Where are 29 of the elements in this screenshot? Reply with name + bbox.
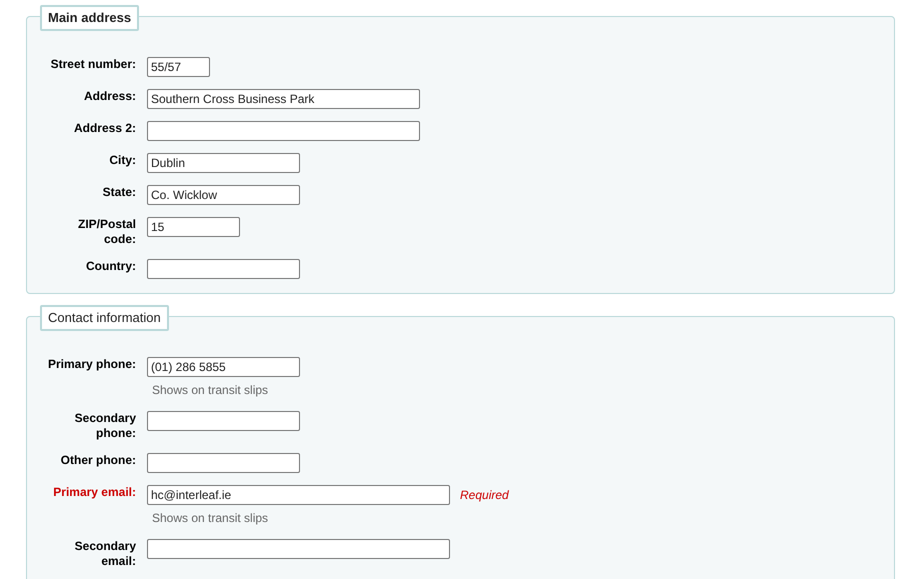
text-field[interactable]: Dublin xyxy=(147,153,300,173)
text-field[interactable]: Southern Cross Business Park xyxy=(147,89,420,109)
field-label: Primary email: xyxy=(52,485,136,500)
field-label: Other phone: xyxy=(60,453,136,468)
text-field[interactable]: 55/57 xyxy=(147,57,210,77)
field-label: Secondary phone: xyxy=(74,411,136,441)
field-label: ZIP/Postal code: xyxy=(76,217,136,247)
required-note: Required xyxy=(460,487,509,504)
text-field[interactable]: Co. Wicklow xyxy=(147,185,300,205)
field-label: Address: xyxy=(82,89,136,104)
field-label: Country: xyxy=(85,259,136,274)
field-label: Primary phone: xyxy=(46,357,136,372)
text-field[interactable] xyxy=(147,259,300,279)
field-label: State: xyxy=(102,185,136,200)
text-field[interactable] xyxy=(147,411,300,431)
text-field[interactable] xyxy=(147,539,450,559)
field-hint: Shows on transit slips xyxy=(152,510,270,527)
field-hint: Shows on transit slips xyxy=(152,382,270,399)
text-field[interactable] xyxy=(147,453,300,473)
section-legend: Contact information xyxy=(40,305,169,330)
field-label: Address 2: xyxy=(72,121,136,136)
text-field[interactable]: 15 xyxy=(147,217,240,237)
section-legend: Main address xyxy=(40,5,140,30)
text-field[interactable]: (01) 286 5855 xyxy=(147,357,300,377)
field-label: Street number: xyxy=(50,57,136,72)
text-field[interactable]: hc@interleaf.ie xyxy=(147,485,450,505)
text-field[interactable] xyxy=(147,121,420,141)
field-label: Secondary email: xyxy=(74,539,136,569)
field-label: City: xyxy=(108,153,136,168)
